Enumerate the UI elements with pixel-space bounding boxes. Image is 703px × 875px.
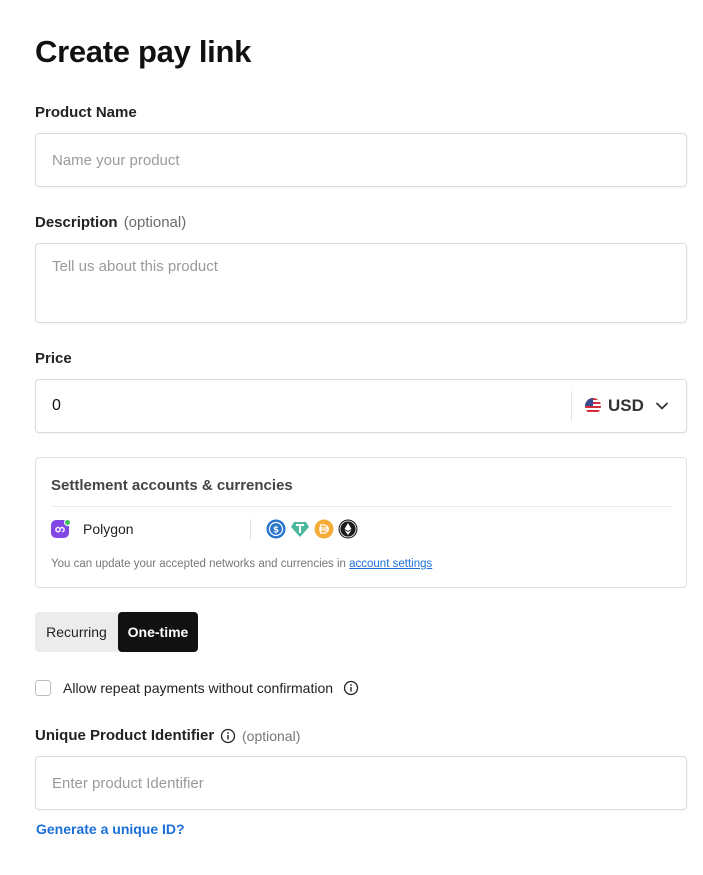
price-label-text: Price — [35, 350, 72, 367]
description-placeholder: Tell us about this product — [52, 258, 218, 275]
product-name-label-text: Product Name — [35, 104, 137, 121]
generate-unique-id-link[interactable]: Generate a unique ID? — [36, 821, 185, 837]
svg-text:$: $ — [273, 526, 279, 536]
description-optional-hint: (optional) — [123, 214, 187, 231]
repeat-payments-label: Allow repeat payments without confirmati… — [63, 680, 334, 696]
us-flag-icon — [585, 398, 601, 414]
repeat-payments-checkbox[interactable] — [35, 680, 51, 696]
unique-id-placeholder: Enter product Identifier — [52, 775, 204, 792]
unique-id-label: Unique Product Identifier — [35, 727, 215, 744]
recurring-option[interactable]: Recurring — [35, 612, 118, 652]
unique-id-input[interactable]: Enter product Identifier — [35, 756, 687, 810]
unique-id-optional-hint: (optional) — [242, 728, 301, 744]
price-value[interactable]: 0 — [52, 397, 61, 415]
polygon-icon — [51, 519, 71, 539]
description-label: Description (optional) — [35, 214, 186, 231]
dai-icon — [314, 519, 334, 539]
product-name-placeholder: Name your product — [52, 152, 180, 169]
price-label: Price — [35, 350, 72, 367]
settlement-note-text: You can update your accepted networks an… — [51, 558, 350, 570]
settlement-title: Settlement accounts & currencies — [51, 477, 293, 494]
description-label-text: Description — [35, 214, 118, 231]
settlement-divider — [51, 506, 672, 507]
usdt-icon — [290, 519, 310, 539]
price-divider — [571, 391, 572, 421]
page-title: Create pay link — [35, 34, 252, 69]
ethereum-icon — [338, 519, 358, 539]
price-input[interactable]: 0 USD — [35, 379, 687, 433]
payment-type-toggle: Recurring One-time — [35, 612, 198, 652]
network-label: Polygon — [83, 521, 134, 537]
unique-id-info-icon[interactable] — [220, 728, 236, 744]
description-textarea[interactable]: Tell us about this product — [35, 243, 687, 323]
settlement-note: You can update your accepted networks an… — [51, 558, 432, 570]
currency-select-value[interactable]: USD — [608, 396, 644, 416]
chevron-down-icon[interactable] — [655, 399, 669, 413]
one-time-option[interactable]: One-time — [118, 612, 198, 652]
settlement-panel: Settlement accounts & currencies Polygon… — [35, 457, 687, 588]
usdc-icon: $ — [266, 519, 286, 539]
info-icon[interactable] — [343, 680, 359, 696]
product-name-input[interactable]: Name your product — [35, 133, 687, 187]
account-settings-link[interactable]: account settings — [349, 558, 432, 570]
network-divider — [250, 519, 251, 539]
product-name-label: Product Name — [35, 104, 137, 121]
